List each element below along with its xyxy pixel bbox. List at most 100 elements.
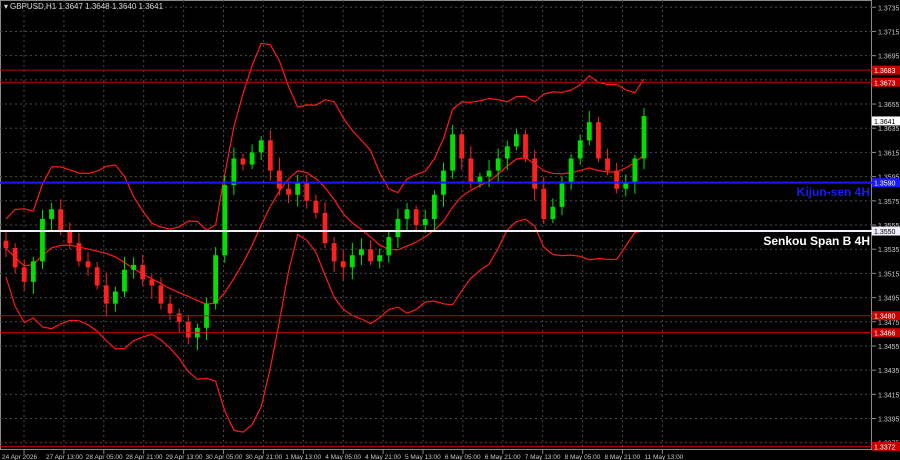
candle-body: [140, 264, 146, 280]
candle-body: [286, 188, 291, 195]
candle-body: [304, 182, 310, 201]
candle-body: [386, 237, 392, 256]
candle-body: [185, 321, 191, 338]
candle-body: [377, 255, 383, 262]
x-axis: 24 Apr 2026 27 Apr 13:00 28 Apr 05:00 28 Ap…: [2, 450, 684, 460]
candle-body: [240, 158, 246, 165]
candle-body: [158, 285, 164, 304]
candle-body: [277, 170, 282, 189]
candlesticks: [3, 108, 647, 351]
y-tick-label: 1.3495: [878, 296, 900, 303]
y-tick-label: 1.3455: [878, 344, 900, 351]
symbol-header: ▾ GBPUSD,H1 1.3647 1.3648 1.3640 1.3641: [4, 2, 163, 11]
y-tick-label: 1.3435: [878, 368, 900, 375]
candle-body: [112, 291, 118, 304]
symbol-line: GBPUSD,H1 1.3647 1.3648 1.3640 1.3641: [10, 2, 164, 11]
x-tick-label: 24 Apr 2026: [2, 454, 37, 460]
y-tick-label: 1.3395: [878, 417, 900, 424]
y-tick-label: 1.3715: [878, 29, 900, 36]
price-tag-label: 1.3466: [874, 331, 896, 338]
candle-body: [85, 261, 91, 268]
candle-body: [532, 158, 538, 189]
candle-body: [258, 140, 264, 153]
y-tick-label: 1.3575: [878, 199, 900, 206]
candle-body: [586, 122, 592, 141]
candle-body: [431, 194, 437, 219]
candle-body: [58, 209, 64, 232]
price-chart: 1.37351.37151.36951.36751.36551.36351.36…: [0, 0, 900, 460]
candle-body: [231, 158, 237, 186]
x-tick-label: 11 May 13:00: [644, 454, 683, 460]
y-tick-label: 1.3535: [878, 247, 900, 254]
price-tag-label: 1.3673: [874, 80, 896, 87]
candle-body: [213, 255, 219, 304]
x-tick-label: 29 Apr 13:00: [166, 454, 203, 460]
candle-body: [395, 218, 401, 238]
candle-body: [523, 134, 528, 159]
candle-body: [632, 158, 638, 183]
y-tick-label: 1.3635: [878, 126, 900, 133]
candle-body: [614, 170, 620, 189]
x-tick-label: 1 May 13:00: [285, 454, 321, 460]
candle-body: [641, 116, 647, 159]
candle-body: [404, 209, 410, 219]
x-tick-label: 28 Apr 21:00: [126, 454, 163, 460]
kijun-label: Kijun-sen 4H: [796, 185, 870, 199]
candle-body: [40, 218, 45, 262]
price-tag-label: 1.3480: [874, 314, 896, 321]
candle-body: [222, 185, 228, 256]
upper-band: [5, 42, 645, 231]
price-tag-label: 1.3372: [874, 444, 896, 451]
candle-body: [267, 140, 273, 171]
candle-body: [422, 218, 428, 225]
candle-body: [76, 243, 82, 262]
candle-body: [359, 249, 364, 256]
price-tag-label: 1.3641: [874, 119, 896, 126]
candle-body: [504, 146, 510, 159]
x-tick-label: 6 May 21:00: [485, 454, 521, 460]
candle-body: [131, 264, 136, 270]
candle-body: [340, 261, 346, 268]
candle-body: [176, 313, 182, 322]
price-tag-label: 1.3590: [874, 181, 896, 188]
candle-body: [331, 243, 337, 262]
candle-body: [450, 134, 455, 171]
candle-body: [249, 152, 255, 165]
candle-body: [149, 279, 155, 286]
lower-band: [5, 218, 645, 433]
senkou-label: Senkou Span B 4H: [763, 234, 870, 248]
x-tick-label: 8 May 21:00: [605, 454, 641, 460]
candle-body: [368, 249, 373, 262]
y-tick-label: 1.3695: [878, 54, 900, 61]
candle-body: [94, 267, 100, 286]
candle-body: [3, 240, 9, 248]
x-tick-label: 8 May 05:00: [565, 454, 601, 460]
candle-body: [486, 170, 492, 177]
candle-body: [495, 158, 501, 171]
x-tick-label: 4 May 21:00: [365, 454, 401, 460]
candle-body: [30, 261, 36, 282]
candle-body: [550, 206, 556, 219]
candle-body: [21, 267, 27, 282]
horizontal-levels: [0, 69, 872, 447]
candle-body: [167, 303, 173, 314]
candle-body: [322, 212, 328, 244]
chart-grid: [0, 0, 872, 450]
x-tick-label: 7 May 13:00: [525, 454, 561, 460]
candle-body: [295, 182, 301, 195]
x-tick-label: 30 Apr 05:00: [206, 454, 243, 460]
candle-body: [596, 122, 601, 159]
candle-body: [103, 285, 109, 304]
x-tick-label: 28 Apr 05:00: [86, 454, 123, 460]
y-tick-label: 1.3655: [878, 102, 900, 109]
candle-body: [67, 231, 73, 244]
y-tick-label: 1.3615: [878, 150, 900, 157]
y-tick-label: 1.3475: [878, 320, 900, 327]
candle-body: [349, 255, 355, 268]
y-tick-label: 1.3515: [878, 271, 900, 278]
candle-body: [577, 140, 583, 159]
x-tick-label: 27 Apr 13:00: [46, 454, 83, 460]
dropdown-caret-icon[interactable]: ▾: [4, 2, 8, 11]
price-tag-label: 1.3683: [874, 68, 896, 75]
y-tick-label: 1.3735: [878, 5, 900, 12]
